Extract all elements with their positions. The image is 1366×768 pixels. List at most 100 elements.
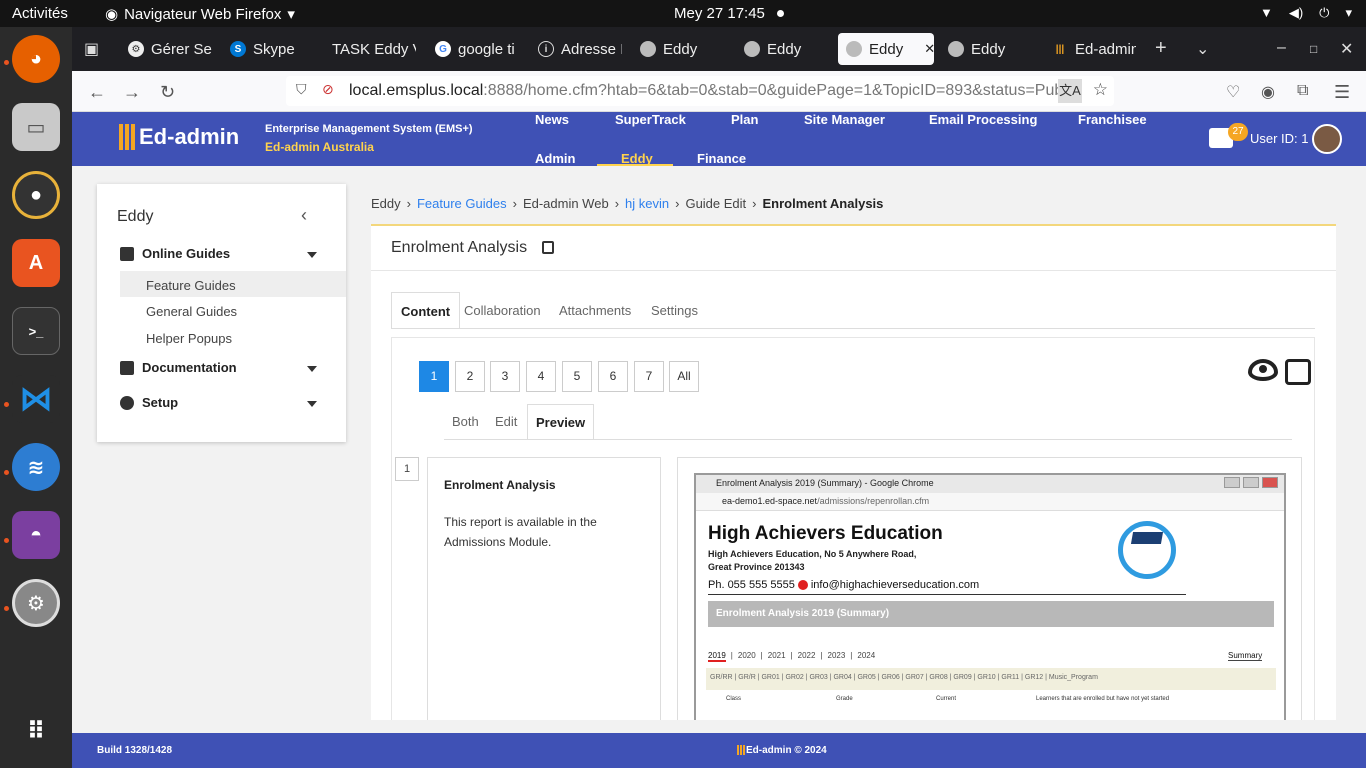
minimize-icon[interactable]: – [1277,39,1286,57]
mode-edit[interactable]: Edit [487,404,525,440]
breadcrumb-item: Eddy [371,196,401,211]
copy-icon[interactable] [542,241,554,254]
maximize-icon[interactable]: □ [1310,42,1317,56]
close-window-icon[interactable]: ✕ [1340,39,1353,59]
tab-attachments[interactable]: Attachments [550,292,640,329]
page-button[interactable]: 4 [526,361,556,392]
tab[interactable]: Eddy [736,33,828,65]
tab[interactable]: ⚙ Gérer Se [120,33,212,65]
sidebar-item-general-guides[interactable]: General Guides [120,297,346,323]
pocket-icon[interactable]: ♡ [1226,82,1240,102]
extensions-icon[interactable]: ⧉ [1297,82,1308,100]
page-button-all[interactable]: All [669,361,699,392]
nav-supertrack[interactable]: SuperTrack [615,112,686,127]
app-menu[interactable]: ◉ Navigateur Web Firefox ▾ [105,5,295,24]
forward-icon[interactable]: → [123,82,141,103]
shield-icon[interactable]: ⛉ [296,81,307,98]
sidebar-item-feature-guides[interactable]: Feature Guides [120,271,346,297]
col-header: Current [936,696,957,702]
eye-icon[interactable] [1248,359,1278,381]
wifi-icon: ▼ [1259,5,1273,20]
clock[interactable]: Mey 27 17:45 [674,5,765,22]
tab-active[interactable]: Eddy ✕ [838,33,934,65]
menu-icon[interactable]: ☰ [1334,82,1350,103]
vscode-icon[interactable]: ⋈ [12,375,60,423]
translate-icon[interactable]: 文A [1058,79,1082,103]
star-icon[interactable]: ☆ [1093,80,1108,100]
year-tab: 2021 [767,651,786,660]
section-setup[interactable]: Setup [120,395,178,410]
nav-admin[interactable]: Admin [535,151,575,166]
mode-both[interactable]: Both [444,404,487,440]
back-icon[interactable]: ← [88,82,106,103]
activities-button[interactable]: Activités [12,5,68,22]
tab[interactable]: S Skype [222,33,312,65]
table-header: Class Grade Current Learners that are en… [706,696,1276,702]
tab[interactable]: ||| Ed-admin [1044,33,1136,65]
app-name: Navigateur Web Firefox [124,5,282,23]
app-grid-icon[interactable]: ⠿ [12,707,60,755]
url-bar[interactable]: ⛉ ⊘ local.emsplus.local:8888/home.cfm?ht… [286,76,1114,106]
nav-franchisee[interactable]: Franchisee [1078,112,1147,127]
page-button[interactable]: 3 [490,361,520,392]
section-online-guides[interactable]: Online Guides [120,246,230,261]
tab[interactable]: Eddy [632,33,724,65]
tab-collaboration[interactable]: Collaboration [455,292,550,329]
tab-overview-icon[interactable]: ▣ [84,39,99,59]
system-tray[interactable]: ▼ ◀) ⏻ ▾ [1260,5,1352,21]
tab[interactable]: i Adresse I [530,33,622,65]
avatar[interactable] [1312,124,1342,154]
files-icon[interactable]: ▭ [12,103,60,151]
sidebar-item-helper-popups[interactable]: Helper Popups [120,324,346,350]
chevron-down-icon[interactable]: ⌄ [1196,39,1209,59]
nav-finance[interactable]: Finance [697,151,746,166]
page-button[interactable]: 5 [562,361,592,392]
firefox-icon[interactable]: ◕ [12,35,60,83]
divider [371,270,1336,271]
chevron-down-icon[interactable] [307,366,317,372]
breadcrumb-link[interactable]: hj kevin [625,196,669,211]
ed-admin-logo[interactable]: Ed-admin [119,124,239,150]
mode-preview[interactable]: Preview [527,404,595,440]
running-indicator [4,402,9,407]
report-title-bar: Enrolment Analysis 2019 (Summary) [708,601,1274,627]
rhythmbox-icon[interactable]: ● [12,171,60,219]
account-icon[interactable]: ◉ [1261,82,1275,102]
database-icon[interactable]: ≋ [12,443,60,491]
nav-news[interactable]: News [535,112,569,127]
breadcrumb-item: Ed-admin Web [522,196,609,211]
tab-label: google ti [458,40,515,58]
new-tab-icon[interactable]: + [1155,37,1167,60]
section-documentation[interactable]: Documentation [120,360,237,375]
close-icon[interactable]: ✕ [924,41,934,57]
reload-icon[interactable]: ↻ [160,82,175,103]
collapse-sidebar-icon[interactable]: ‹ [301,205,307,226]
insecure-lock-icon[interactable]: ⊘ [322,81,334,98]
volume-icon: ◀) [1288,5,1304,20]
page-button[interactable]: 6 [598,361,628,392]
page-button[interactable]: 1 [419,361,449,392]
year-tab: 2020 [737,651,756,660]
tab-label: Eddy [767,40,802,58]
tab[interactable]: Eddy [940,33,1032,65]
tab-content[interactable]: Content [391,292,461,329]
terminal-icon[interactable]: >_ [12,307,60,355]
user-id-label: User ID: 1 [1250,131,1309,146]
breadcrumb: Eddy › Feature Guides › Ed-admin Web › hj k… [371,196,883,211]
tab[interactable]: Ggoogle ti [427,33,519,65]
github-icon[interactable]: ◓ [12,511,60,559]
page-button[interactable]: 2 [455,361,485,392]
nav-email-processing[interactable]: Email Processing [929,112,1037,127]
tab[interactable]: TASK Eddy V [324,33,416,65]
col-header: Grade [836,696,853,702]
nav-plan[interactable]: Plan [731,112,758,127]
settings-icon[interactable]: ⚙ [12,579,60,627]
software-icon[interactable]: A [12,239,60,287]
chevron-down-icon[interactable] [307,252,317,258]
edit-icon[interactable] [1285,359,1311,385]
chevron-down-icon[interactable] [307,401,317,407]
breadcrumb-link[interactable]: Feature Guides [417,196,507,211]
tab-settings[interactable]: Settings [642,292,707,329]
page-button[interactable]: 7 [634,361,664,392]
nav-site-manager[interactable]: Site Manager [804,112,885,127]
